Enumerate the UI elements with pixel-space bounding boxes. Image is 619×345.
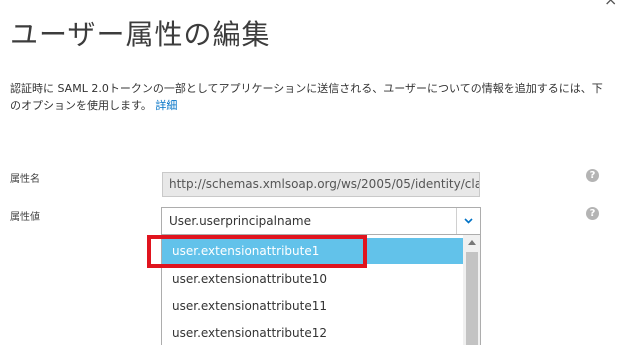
attribute-name-field: http://schemas.xmlsoap.org/ws/2005/05/id…	[162, 172, 480, 197]
attribute-value-select[interactable]: User.userprincipalname	[161, 207, 481, 235]
scrollbar-thumb[interactable]	[466, 252, 478, 345]
attribute-value-selected: User.userprincipalname	[169, 214, 311, 228]
description-text: 認証時に SAML 2.0トークンの一部としてアプリケーションに送信される、ユー…	[10, 82, 603, 112]
scroll-up-arrow-icon[interactable]	[463, 235, 480, 250]
close-icon[interactable]: ×	[604, 0, 617, 8]
help-icon[interactable]: ?	[586, 207, 599, 220]
dialog-description: 認証時に SAML 2.0トークンの一部としてアプリケーションに送信される、ユー…	[10, 80, 610, 114]
help-icon[interactable]: ?	[586, 169, 599, 182]
attribute-name-label: 属性名	[10, 174, 40, 185]
highlight-annotation-box	[147, 235, 367, 268]
dialog-title: ユーザー属性の編集	[10, 18, 271, 51]
dropdown-option[interactable]: user.extensionattribute12	[162, 320, 463, 345]
attribute-value-label: 属性値	[10, 212, 40, 223]
dropdown-scrollbar[interactable]	[463, 235, 480, 345]
chevron-down-icon[interactable]	[456, 208, 480, 234]
dropdown-option[interactable]: user.extensionattribute11	[162, 293, 463, 319]
details-link[interactable]: 詳細	[155, 99, 177, 112]
dropdown-option[interactable]: user.extensionattribute10	[162, 266, 463, 292]
